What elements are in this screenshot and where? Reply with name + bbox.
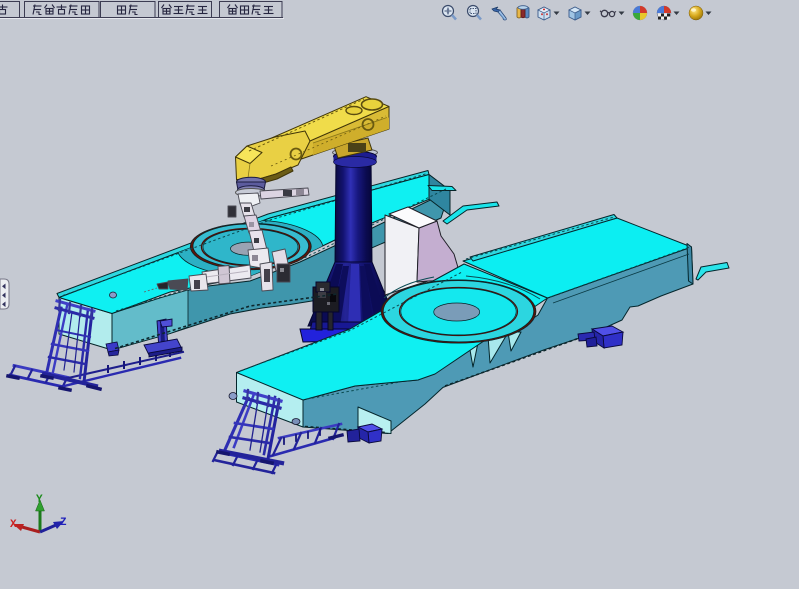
svg-text:Y: Y — [36, 494, 43, 506]
svg-text:X: X — [10, 519, 17, 531]
svg-text:Z: Z — [60, 517, 67, 529]
